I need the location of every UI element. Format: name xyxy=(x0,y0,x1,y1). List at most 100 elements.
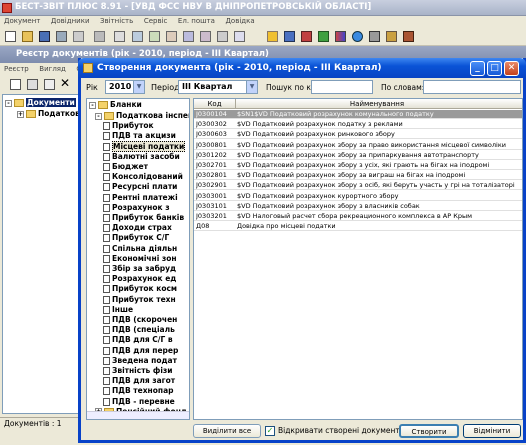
book-blue-button[interactable] xyxy=(282,29,297,44)
document-icon xyxy=(103,234,110,243)
filter-icon xyxy=(94,31,105,42)
document-icon xyxy=(103,356,110,365)
tree-item-label: Податкова інспекція xyxy=(116,111,189,120)
tree-item-label: ПДВ для перер xyxy=(112,345,179,355)
table-row[interactable]: J0303001 $VD Податковий розрахунок курорт… xyxy=(194,192,522,201)
registry-menu-registry[interactable]: Реєстр xyxy=(0,64,33,75)
book-yellow-button[interactable] xyxy=(265,29,280,44)
select-all-button[interactable]: Виділити все xyxy=(193,424,261,438)
table-row[interactable]: J0302901 $VD Податковий розрахунок збору … xyxy=(194,181,522,191)
create-button[interactable]: Створити xyxy=(399,424,459,438)
new-document-button[interactable] xyxy=(3,29,18,44)
registry-tree-documents[interactable]: - Документи xyxy=(5,97,76,108)
delete-button[interactable] xyxy=(71,29,86,44)
cell-name: Довідка про місцеві податки xyxy=(237,222,336,231)
table-row[interactable]: J0301202 $VD Податковий розрахунок збору … xyxy=(194,151,522,160)
menu-help[interactable]: Довідка xyxy=(221,16,258,27)
maximize-button[interactable]: □ xyxy=(487,61,502,76)
minimize-button[interactable]: _ xyxy=(470,61,485,76)
document-icon xyxy=(103,397,110,406)
table-row[interactable]: J0302801 $VD Податковий розрахунок збору … xyxy=(194,171,522,181)
table-row[interactable]: J0300603 $VD Податковий розрахунок ринков… xyxy=(194,130,522,140)
registry-new-button[interactable] xyxy=(8,77,23,92)
grid-header: Код Найменування xyxy=(194,99,522,109)
word-search-input[interactable] xyxy=(423,80,521,94)
tool-button-3[interactable] xyxy=(164,29,179,44)
archive-icon xyxy=(403,31,414,42)
tool-button-1[interactable] xyxy=(130,29,145,44)
table-row[interactable]: J0300801 $VD Податковий розрахунок збору … xyxy=(194,140,522,150)
menu-service[interactable]: Сервіс xyxy=(140,16,172,27)
expand-icon[interactable]: + xyxy=(17,110,24,118)
lock-icon xyxy=(386,31,397,42)
close-button[interactable]: ✕ xyxy=(504,61,519,76)
chevron-down-icon[interactable]: ▼ xyxy=(246,81,257,93)
table-row[interactable]: J0300104 $SN1$VD Податковий розрахунок ко… xyxy=(194,110,522,119)
collapse-icon[interactable]: - xyxy=(5,99,12,107)
document-icon xyxy=(103,152,110,161)
tree-item-label: ПДВ (спеціаль xyxy=(112,325,175,335)
book-green-icon xyxy=(318,31,329,42)
registry-menu-view[interactable]: Вигляд xyxy=(35,64,70,75)
tool-button-2[interactable] xyxy=(147,29,162,44)
open-created-checkbox[interactable]: ✓ xyxy=(265,426,275,436)
table-row[interactable]: Д08 Довідка про місцеві податки xyxy=(194,222,522,232)
import-button[interactable] xyxy=(54,29,69,44)
forms-grid: Код Найменування J0300104 $SN1$VD Податко… xyxy=(193,98,523,420)
save-button[interactable] xyxy=(37,29,52,44)
calc-button[interactable] xyxy=(367,29,382,44)
tree-item-label: Ресурсні плати xyxy=(112,182,178,192)
word-search-label: По словам: xyxy=(381,83,425,92)
registry-open-button[interactable] xyxy=(25,77,40,92)
document-icon xyxy=(103,285,110,294)
tree-scrollbar-h[interactable] xyxy=(87,411,189,419)
menu-reports[interactable]: Звітність xyxy=(96,16,137,27)
globe-button[interactable] xyxy=(350,29,365,44)
menu-document[interactable]: Документ xyxy=(0,16,44,27)
tree-item-label: Економічні зон xyxy=(112,253,177,263)
tool-button-6[interactable] xyxy=(215,29,230,44)
registry-copy-button[interactable] xyxy=(42,77,57,92)
collapse-icon[interactable]: - xyxy=(95,112,102,120)
tool-button-5[interactable] xyxy=(198,29,213,44)
book-green-button[interactable] xyxy=(316,29,331,44)
book-multi-button[interactable] xyxy=(333,29,348,44)
document-icon xyxy=(103,224,110,233)
document-icon xyxy=(103,387,110,396)
table-row[interactable]: J0300302 $VD Податковий розрахунок податк… xyxy=(194,120,522,130)
year-select[interactable]: 2010 ▼ xyxy=(105,80,145,94)
archive-button[interactable] xyxy=(401,29,416,44)
book-red-button[interactable] xyxy=(299,29,314,44)
tool-button-7[interactable] xyxy=(232,29,247,44)
registry-tree-tax[interactable]: + Податкова xyxy=(17,108,85,119)
column-name-header[interactable]: Найменування xyxy=(237,99,517,109)
collapse-icon[interactable]: - xyxy=(89,101,96,109)
column-code-header[interactable]: Код xyxy=(194,99,236,109)
table-row[interactable]: J0303201 $VD Налоговый расчет сбора рекре… xyxy=(194,212,522,221)
menu-references[interactable]: Довідники xyxy=(47,16,94,27)
table-row[interactable]: J0303101 $VD Податковий розрахунок збору … xyxy=(194,202,522,211)
tree-item-label: Валютні засоби xyxy=(112,151,180,161)
tool-button-4[interactable] xyxy=(181,29,196,44)
tool-icon-6 xyxy=(217,31,228,42)
document-icon xyxy=(103,193,110,202)
create-document-dialog: Створення документа (рік - 2010, період … xyxy=(78,58,526,443)
filter-button[interactable] xyxy=(92,29,107,44)
calculator-icon xyxy=(369,31,380,42)
chevron-down-icon[interactable]: ▼ xyxy=(133,81,144,93)
lock-button[interactable] xyxy=(384,29,399,44)
registry-delete-icon[interactable]: ✕ xyxy=(60,76,70,90)
tree-item-label: Прибуток техн xyxy=(112,294,176,304)
menu-email[interactable]: Ел. пошта xyxy=(174,16,219,27)
cancel-button[interactable]: Відмінити xyxy=(463,424,521,438)
cell-name: $VD Податковий розрахунок збору за право… xyxy=(237,140,506,149)
print-button[interactable] xyxy=(112,29,127,44)
tree-root-blanks[interactable]: - Бланки xyxy=(89,99,142,110)
book-multi-icon xyxy=(335,31,346,42)
open-button[interactable] xyxy=(20,29,35,44)
period-select[interactable]: III Квартал ▼ xyxy=(178,80,258,94)
code-search-input[interactable] xyxy=(311,80,373,94)
document-icon xyxy=(103,214,110,222)
table-row[interactable]: J0302701 $VD Податковий розрахунок збору … xyxy=(194,161,522,170)
tree-item-label: Консолідований xyxy=(112,172,183,182)
